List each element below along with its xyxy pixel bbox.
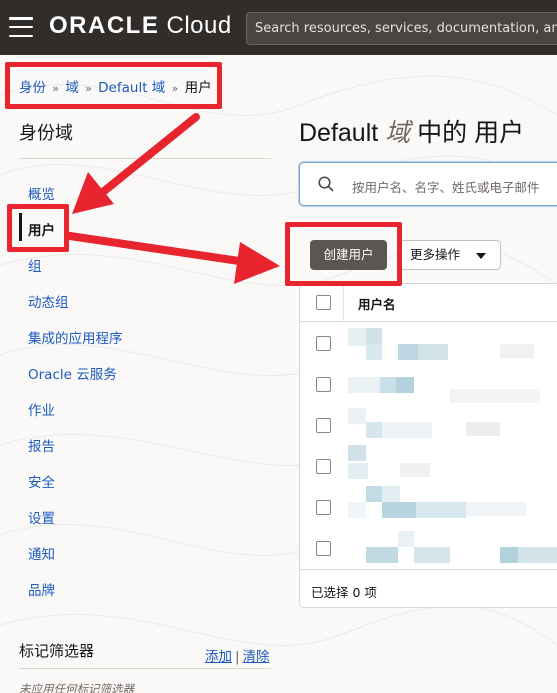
breadcrumb-identity[interactable]: 身份 xyxy=(19,80,46,96)
redacted-username xyxy=(418,344,448,360)
clear-tag-filter-link[interactable]: 清除 xyxy=(243,649,270,665)
row-checkbox[interactable] xyxy=(316,500,331,515)
redacted-username xyxy=(398,531,414,547)
user-search-input[interactable]: 按用户名、名字、姓氏或电子邮件 xyxy=(299,162,557,206)
sidebar-item-security[interactable]: 安全 xyxy=(28,471,55,491)
sidebar-item-settings[interactable]: 设置 xyxy=(28,507,55,527)
redacted-username xyxy=(416,502,466,518)
row-checkbox[interactable] xyxy=(316,418,331,433)
redacted-username xyxy=(400,463,430,477)
table-row[interactable] xyxy=(300,404,557,445)
breadcrumb-default-domain[interactable]: Default 域 xyxy=(98,80,165,96)
redacted-username xyxy=(348,408,366,424)
oracle-cloud-logo[interactable]: ORACLE Cloud xyxy=(49,12,232,40)
redacted-username xyxy=(366,547,398,563)
redacted-username xyxy=(466,422,500,436)
sidebar-item-branding[interactable]: 品牌 xyxy=(28,579,55,599)
table-row[interactable] xyxy=(300,363,557,404)
selection-count: 已选择 0 项 xyxy=(311,585,377,600)
redacted-username xyxy=(414,547,450,563)
row-checkbox[interactable] xyxy=(316,459,331,474)
tags-divider xyxy=(19,668,271,669)
more-actions-button[interactable]: 更多操作 xyxy=(400,240,501,270)
add-tag-filter-link[interactable]: 添加 xyxy=(205,649,232,665)
row-checkbox[interactable] xyxy=(316,336,331,351)
table-header: 用户名 xyxy=(300,284,557,322)
redacted-username xyxy=(348,377,380,393)
redacted-username xyxy=(396,377,414,393)
users-table: 用户名 已选择 0 项 xyxy=(299,283,557,608)
redacted-username xyxy=(366,344,382,360)
redacted-username xyxy=(398,344,418,360)
table-row[interactable] xyxy=(300,527,557,568)
tag-filters-title: 标记筛选器 xyxy=(19,642,95,660)
breadcrumb-separator: » xyxy=(52,82,60,95)
table-footer: 已选择 0 项 xyxy=(300,569,557,607)
redacted-username xyxy=(348,445,366,461)
select-all-checkbox[interactable] xyxy=(316,295,331,310)
redacted-username xyxy=(382,502,416,518)
sidebar-item-dynamic-groups[interactable]: 动态组 xyxy=(28,291,69,311)
redacted-username xyxy=(466,502,526,516)
redacted-username xyxy=(348,502,366,518)
sidebar-item-groups[interactable]: 组 xyxy=(28,255,42,275)
redacted-username xyxy=(382,422,432,438)
sidebar-item-oracle-cloud-services[interactable]: Oracle 云服务 xyxy=(28,363,117,383)
redacted-username xyxy=(500,547,518,563)
top-navigation-bar: ORACLE Cloud Search resources, services,… xyxy=(0,0,557,55)
table-row[interactable] xyxy=(300,486,557,527)
sidebar-item-notifications[interactable]: 通知 xyxy=(28,543,55,563)
redacted-username xyxy=(380,377,396,393)
no-tag-filters-note: 未应用任何标记筛选器 xyxy=(19,682,134,693)
redacted-username xyxy=(348,463,368,479)
redacted-username xyxy=(450,389,540,403)
redacted-username xyxy=(366,422,382,438)
sidebar-item-jobs[interactable]: 作业 xyxy=(28,399,55,419)
row-checkbox[interactable] xyxy=(316,377,331,392)
tag-link-separator: | xyxy=(235,649,240,665)
redacted-username xyxy=(518,547,557,563)
table-row[interactable] xyxy=(300,445,557,486)
search-icon xyxy=(318,176,334,192)
breadcrumb-separator: » xyxy=(171,82,179,95)
page-title: Default 域 中的 用户 xyxy=(299,119,525,147)
column-divider xyxy=(343,284,344,322)
redacted-username xyxy=(348,328,366,346)
sidebar-item-overview[interactable]: 概览 xyxy=(28,183,55,203)
sidebar-item-reports[interactable]: 报告 xyxy=(28,435,55,455)
breadcrumb-domains[interactable]: 域 xyxy=(65,80,79,96)
redacted-username xyxy=(500,344,534,358)
user-search-placeholder: 按用户名、名字、姓氏或电子邮件 xyxy=(352,180,540,195)
table-row[interactable] xyxy=(300,322,557,363)
row-checkbox[interactable] xyxy=(316,541,331,556)
sidebar-title: 身份域 xyxy=(19,123,73,144)
create-user-button[interactable]: 创建用户 xyxy=(310,240,387,270)
sidebar-item-integrated-applications[interactable]: 集成的应用程序 xyxy=(28,327,123,347)
column-header-username: 用户名 xyxy=(358,297,396,312)
active-nav-indicator xyxy=(19,213,22,241)
breadcrumb-separator: » xyxy=(85,82,92,95)
redacted-username xyxy=(366,486,382,502)
breadcrumb: 身份 » 域 » Default 域 » 用户 xyxy=(19,76,212,96)
hamburger-icon[interactable] xyxy=(9,17,33,37)
tag-filter-actions: 添加 | 清除 xyxy=(205,645,270,665)
more-actions-label: 更多操作 xyxy=(410,247,461,262)
breadcrumb-users: 用户 xyxy=(184,80,212,96)
sidebar-divider xyxy=(19,158,271,159)
global-search-input[interactable]: Search resources, services, documentatio… xyxy=(246,12,557,45)
sidebar-item-users[interactable]: 用户 xyxy=(28,219,55,239)
redacted-username xyxy=(382,486,400,502)
chevron-down-icon xyxy=(476,253,486,259)
